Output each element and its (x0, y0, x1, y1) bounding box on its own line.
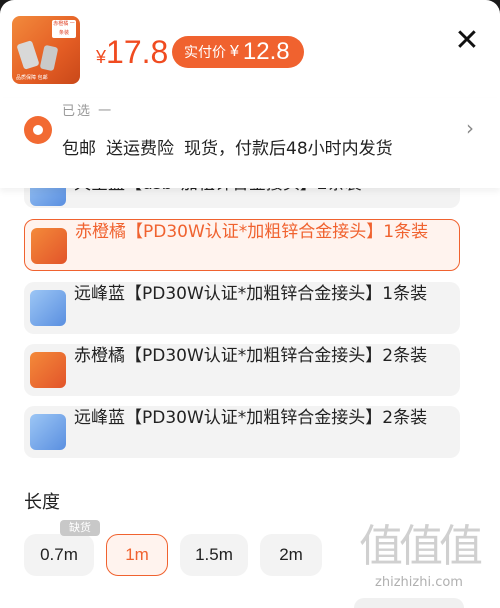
sku-option[interactable]: 赤橙橘【PD30W认证*加粗锌合金接头】2条装 (24, 344, 460, 396)
out-of-stock-badge: 缺货 (60, 520, 100, 536)
paid-price-currency: ¥ (230, 43, 239, 60)
length-option[interactable]: 0.7m (24, 534, 94, 576)
watermark-site: zhizhizhi.com (375, 575, 463, 590)
cable-plug-image (39, 44, 59, 72)
price-amount: 17.8 (106, 34, 169, 70)
paid-price-amount: 12.8 (242, 38, 290, 65)
length-section-title: 长度 (24, 492, 60, 513)
option-thumbnail (31, 228, 67, 264)
paid-price-label: 实付价 (184, 44, 226, 60)
option-label: 远峰蓝【PD30W认证*加粗锌合金接头】2条装 (74, 408, 428, 428)
shipping-tag: 包邮 (62, 139, 96, 159)
product-thumbnail: 赤橙橘 一条装 品质保障 包邮 (12, 16, 80, 84)
option-label: 赤橙橘【PD30W认证*加粗锌合金接头】1条装 (75, 222, 429, 242)
sku-option-selected[interactable]: 赤橙橘【PD30W认证*加粗锌合金接头】1条装 (24, 219, 460, 271)
length-option-label: 1.5m (195, 545, 233, 564)
shipping-tag: 现货，付款后48小时内发货 (184, 139, 393, 159)
price-currency: ¥ (96, 47, 107, 67)
shipping-info-row[interactable]: 已选 一 包邮 送运费险 现货，付款后48小时内发货 (0, 98, 500, 188)
shipping-tag: 送运费险 (106, 139, 174, 159)
watermark: 值值值 zhizhizhi.com (344, 520, 494, 600)
cable-plug-image (16, 40, 40, 70)
close-icon[interactable]: ✕ (452, 26, 482, 56)
sku-option[interactable]: 远峰蓝【PD30W认证*加粗锌合金接头】1条装 (24, 282, 460, 334)
length-option-selected[interactable]: 1m (106, 534, 168, 576)
thumbnail-footer: 品质保障 包邮 (16, 75, 48, 81)
sku-selector-sheet: 赤橙橘 一条装 品质保障 包邮 ¥17.8 实付价 ¥ 12.8 ✕ 天空蓝【u… (0, 0, 500, 608)
watermark-glyphs: 值值值 (359, 521, 483, 572)
location-pin-icon (24, 116, 52, 144)
thumbnail-tag: 赤橙橘 一条装 (52, 20, 76, 38)
length-option-label: 2m (279, 545, 303, 564)
paid-price-badge: 实付价 ¥ 12.8 (172, 36, 304, 68)
option-thumbnail (30, 352, 66, 388)
original-price: ¥17.8 (96, 34, 168, 75)
shipping-tags: 包邮 送运费险 现货，付款后48小时内发货 (62, 134, 403, 159)
option-label: 赤橙橘【PD30W认证*加粗锌合金接头】2条装 (74, 346, 428, 366)
chevron-right-icon[interactable]: › (466, 118, 478, 138)
option-thumbnail (30, 414, 66, 450)
length-option[interactable]: 1.5m (180, 534, 248, 576)
scrolled-header-text: 已选 一 (62, 104, 114, 119)
length-option[interactable]: 2m (260, 534, 322, 576)
length-option-label: 0.7m (40, 545, 78, 564)
option-label: 远峰蓝【PD30W认证*加粗锌合金接头】1条装 (74, 284, 428, 304)
length-option-label: 1m (125, 545, 149, 564)
option-thumbnail (30, 290, 66, 326)
sku-option[interactable]: 远峰蓝【PD30W认证*加粗锌合金接头】2条装 (24, 406, 460, 458)
